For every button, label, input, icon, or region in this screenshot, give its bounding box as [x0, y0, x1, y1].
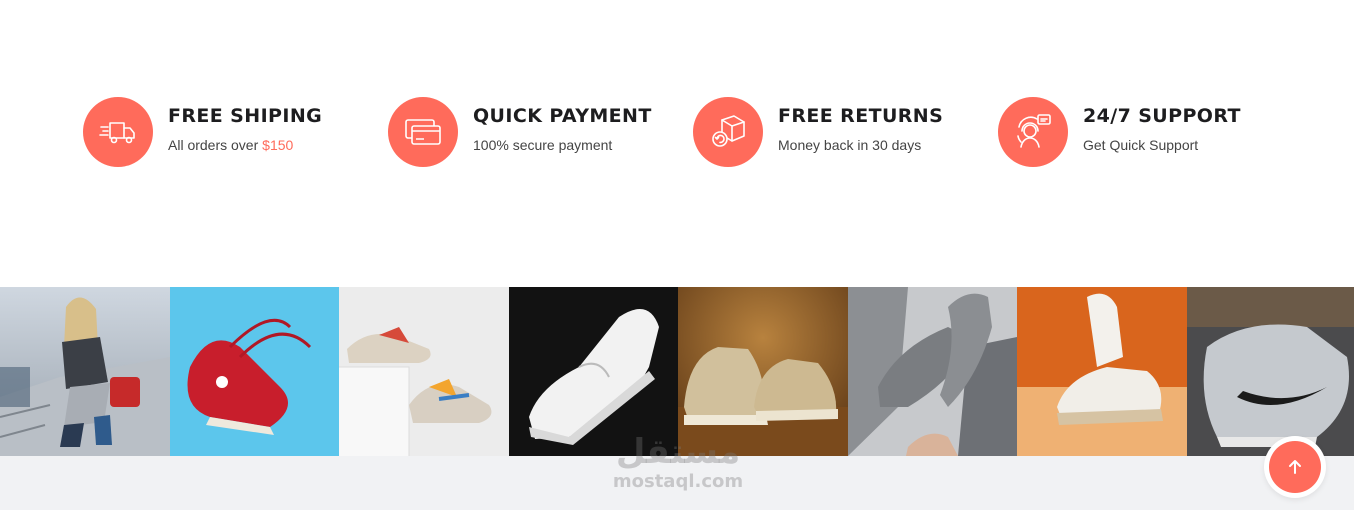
watermark-latin: mostaql.com	[612, 471, 744, 492]
feature-title: FREE RETURNS	[778, 105, 944, 127]
feature-title: 24/7 SUPPORT	[1083, 105, 1241, 127]
delivery-truck-icon	[83, 97, 153, 167]
gallery-image[interactable]	[0, 287, 170, 456]
feature-desc-text: All orders over	[168, 137, 263, 153]
feature-description: All orders over $150	[168, 137, 293, 153]
feature-description: Get Quick Support	[1083, 137, 1198, 153]
features-section: FREE SHIPING All orders over $150 QUICK …	[0, 0, 1354, 287]
support-agent-icon	[998, 97, 1068, 167]
gallery-image[interactable]	[509, 287, 678, 456]
gallery-image[interactable]	[170, 287, 339, 456]
gallery-strip	[0, 287, 1354, 456]
feature-desc-text: 100% secure payment	[473, 137, 613, 153]
credit-card-icon	[388, 97, 458, 167]
feature-description: Money back in 30 days	[778, 137, 921, 153]
gallery-image[interactable]	[1187, 287, 1354, 456]
feature-title: QUICK PAYMENT	[473, 105, 652, 127]
feature-desc-text: Get Quick Support	[1083, 137, 1199, 153]
gallery-image[interactable]	[339, 287, 509, 456]
feature-desc-text: Money back in 30 days	[778, 137, 922, 153]
gallery-image[interactable]	[848, 287, 1017, 456]
gallery-image[interactable]	[1017, 287, 1187, 456]
feature-description: 100% secure payment	[473, 137, 612, 153]
watermark-arabic: مستقل	[615, 432, 741, 472]
feature-title: FREE SHIPING	[168, 105, 323, 127]
gallery-image[interactable]	[678, 287, 848, 456]
scroll-to-top-button[interactable]	[1264, 436, 1326, 498]
return-box-icon	[693, 97, 763, 167]
watermark: مستقل mostaql.com	[608, 432, 748, 492]
feature-desc-highlight: $150	[262, 137, 294, 153]
arrow-up-icon	[1269, 441, 1321, 493]
